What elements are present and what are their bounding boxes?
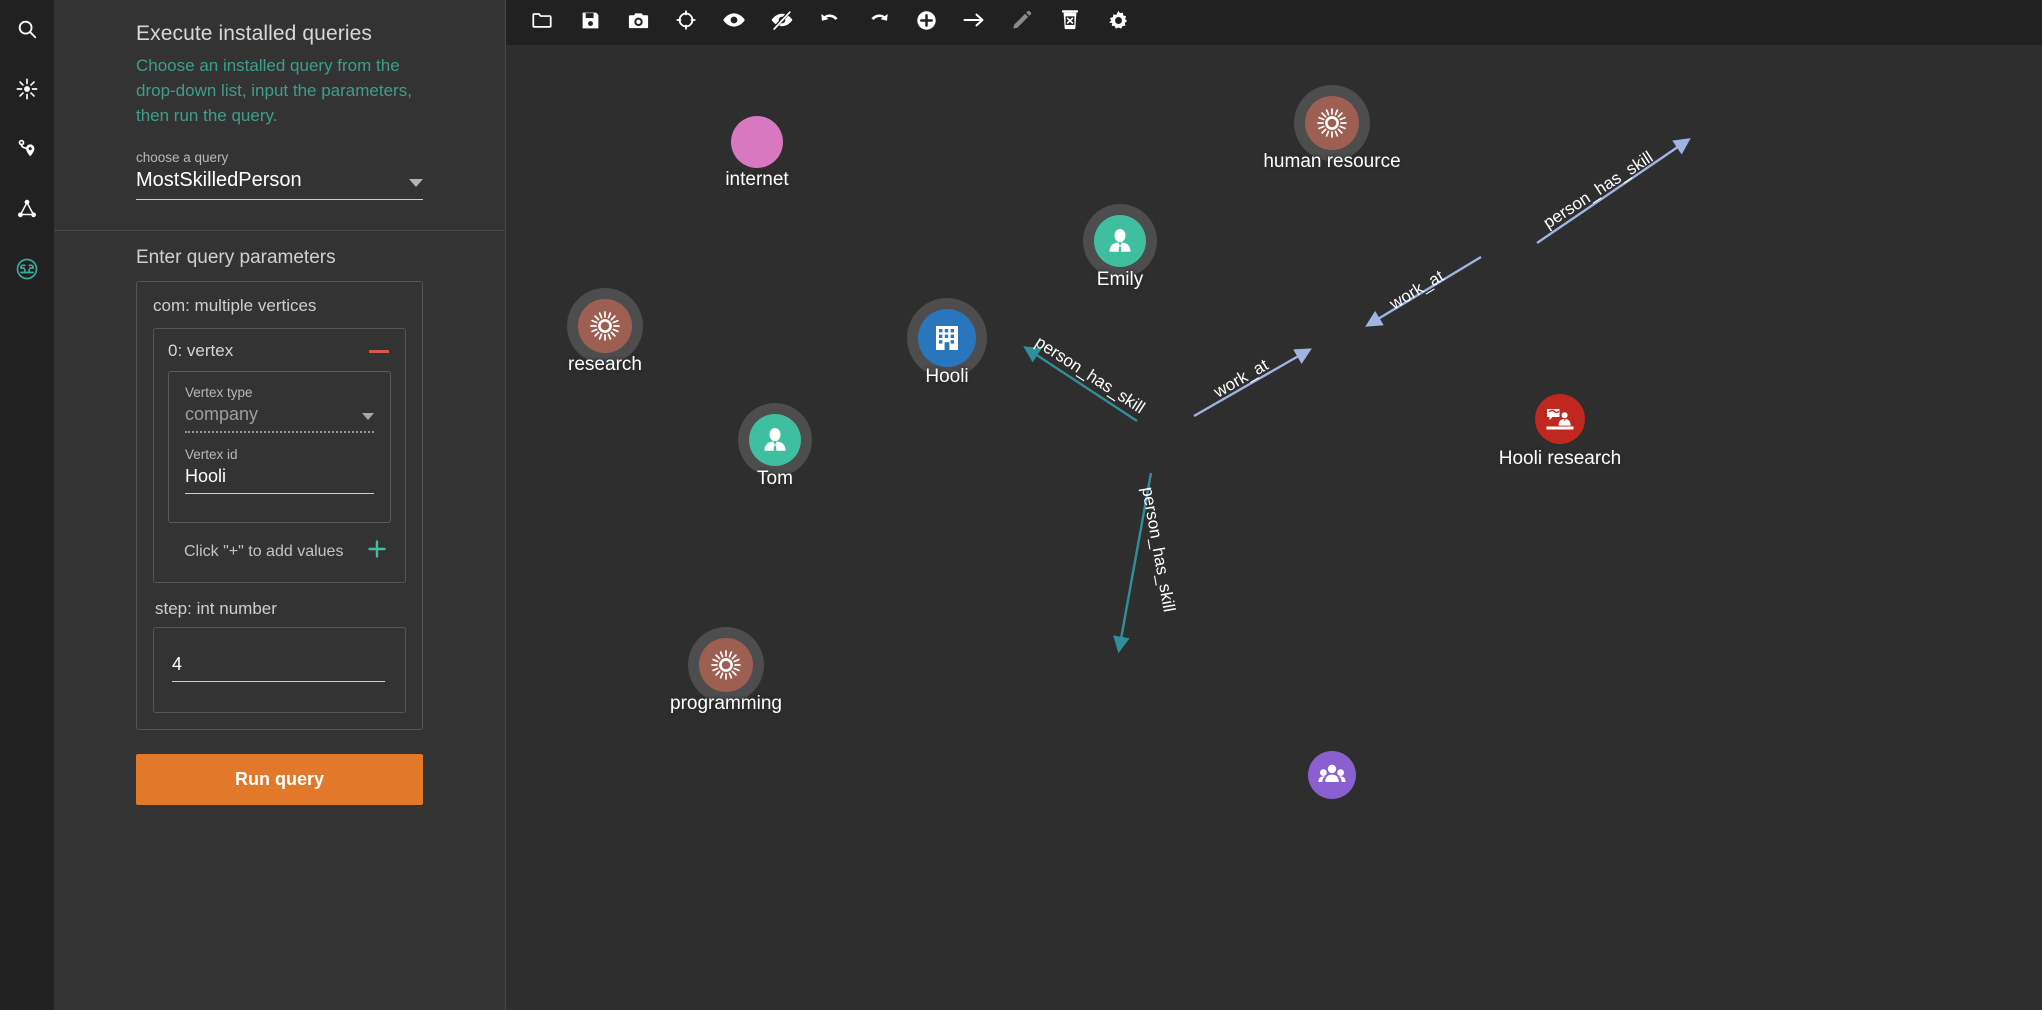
sidebar-item-search[interactable] xyxy=(10,12,44,46)
show-button[interactable] xyxy=(710,0,758,45)
graph-pattern-icon xyxy=(16,198,38,220)
graph-nodes xyxy=(567,85,1585,799)
graph-viewport[interactable]: person_has_skill person_has_skill work_a… xyxy=(506,45,2042,1010)
search-icon xyxy=(16,18,38,40)
camera-icon xyxy=(627,9,650,37)
vertex-entry-header: 0: vertex xyxy=(168,341,391,361)
center-button[interactable] xyxy=(662,0,710,45)
choose-query-value: MostSkilledPerson xyxy=(136,169,302,192)
panel-body: Enter query parameters com: multiple ver… xyxy=(54,231,505,805)
eye-off-icon xyxy=(770,8,794,37)
add-edge-button[interactable] xyxy=(950,0,998,45)
sidebar-item-pattern[interactable] xyxy=(10,192,44,226)
node-emily[interactable] xyxy=(1083,204,1157,278)
map-pin-icon xyxy=(16,138,38,160)
arrow-right-icon xyxy=(962,8,986,37)
remove-vertex-button[interactable] xyxy=(369,350,389,353)
choose-query-select[interactable]: MostSkilledPerson xyxy=(136,169,423,200)
vertex-id-label: Vertex id xyxy=(185,447,374,462)
target-icon xyxy=(675,9,697,36)
settings-button[interactable] xyxy=(1094,0,1142,45)
query-panel: Execute installed queries Choose an inst… xyxy=(54,0,506,1010)
step-group-label: step: int number xyxy=(155,599,406,619)
edit-button[interactable] xyxy=(998,0,1046,45)
com-parameter-group: com: multiple vertices 0: vertex Vertex … xyxy=(136,281,423,730)
run-query-button[interactable]: Run query xyxy=(136,754,423,805)
add-value-button[interactable] xyxy=(365,537,389,566)
screenshot-button[interactable] xyxy=(614,0,662,45)
chevron-down-icon xyxy=(409,179,423,187)
vertex-id-value: Hooli xyxy=(185,466,226,486)
edge-label-person-has-skill-programming: person_has_skill xyxy=(1138,485,1179,613)
gsql-logo-icon xyxy=(15,257,39,281)
node-hooli[interactable] xyxy=(907,298,987,378)
add-values-hint: Click "+" to add values xyxy=(184,543,343,561)
schema-icon xyxy=(16,78,38,100)
vertex-fields: Vertex type company Vertex id Hooli xyxy=(168,371,391,523)
step-input[interactable]: 4 xyxy=(172,654,385,682)
add-circle-icon xyxy=(915,9,938,37)
parameters-title: Enter query parameters xyxy=(136,247,423,269)
delete-icon xyxy=(1059,9,1081,36)
edge-label-person-has-skill-hr: person_has_skill xyxy=(1540,147,1657,232)
add-vertex-button[interactable] xyxy=(902,0,950,45)
edge-label-work-at-emily: work_at xyxy=(1385,266,1447,314)
node-research[interactable] xyxy=(567,288,643,364)
node-internet[interactable] xyxy=(731,116,783,168)
node-programming[interactable] xyxy=(688,627,764,703)
node-human-resource[interactable] xyxy=(1294,85,1370,161)
eye-icon xyxy=(722,8,746,37)
graph-toolbar xyxy=(506,0,2042,45)
undo-button[interactable] xyxy=(806,0,854,45)
redo-icon xyxy=(867,9,890,37)
gear-icon xyxy=(1107,9,1130,37)
save-icon xyxy=(580,10,601,36)
redo-button[interactable] xyxy=(854,0,902,45)
edge-label-person-has-skill-research: person_has_skill xyxy=(1032,332,1149,417)
open-folder-icon xyxy=(531,9,553,36)
add-values-row: Click "+" to add values xyxy=(168,537,391,566)
pencil-icon xyxy=(1011,9,1033,36)
vertex-type-select[interactable]: company xyxy=(185,404,374,433)
node-hooli-research[interactable] xyxy=(1535,394,1585,444)
choose-query-label: choose a query xyxy=(136,150,423,165)
undo-icon xyxy=(819,9,842,37)
node-tom[interactable] xyxy=(738,403,812,477)
vertex-entry: 0: vertex Vertex type company Vertex id … xyxy=(153,328,406,583)
node-team[interactable] xyxy=(1308,751,1356,799)
building-icon xyxy=(936,326,958,350)
vertex-id-input[interactable]: Hooli xyxy=(185,466,374,494)
sidebar-item-schema[interactable] xyxy=(10,72,44,106)
chevron-down-icon xyxy=(362,413,374,420)
com-group-label: com: multiple vertices xyxy=(153,296,406,316)
open-folder-button[interactable] xyxy=(518,0,566,45)
step-group-box: 4 xyxy=(153,627,406,713)
panel-description: Choose an installed query from the drop-… xyxy=(136,54,423,128)
vertex-type-label: Vertex type xyxy=(185,385,374,400)
panel-header: Execute installed queries Choose an inst… xyxy=(54,0,505,216)
hide-button[interactable] xyxy=(758,0,806,45)
save-button[interactable] xyxy=(566,0,614,45)
sidebar-item-gsql[interactable] xyxy=(10,252,44,286)
step-value: 4 xyxy=(172,654,182,674)
icon-rail xyxy=(0,0,54,1010)
delete-button[interactable] xyxy=(1046,0,1094,45)
vertex-type-value: company xyxy=(185,404,258,425)
graph-canvas-area: person_has_skill person_has_skill work_a… xyxy=(506,0,2042,1010)
vertex-index-label: 0: vertex xyxy=(168,341,233,361)
page-title: Execute installed queries xyxy=(136,22,423,46)
edge-label-work-at-tom: work_at xyxy=(1210,355,1272,402)
graph-svg: person_has_skill person_has_skill work_a… xyxy=(506,45,2042,1010)
sidebar-item-explore[interactable] xyxy=(10,132,44,166)
